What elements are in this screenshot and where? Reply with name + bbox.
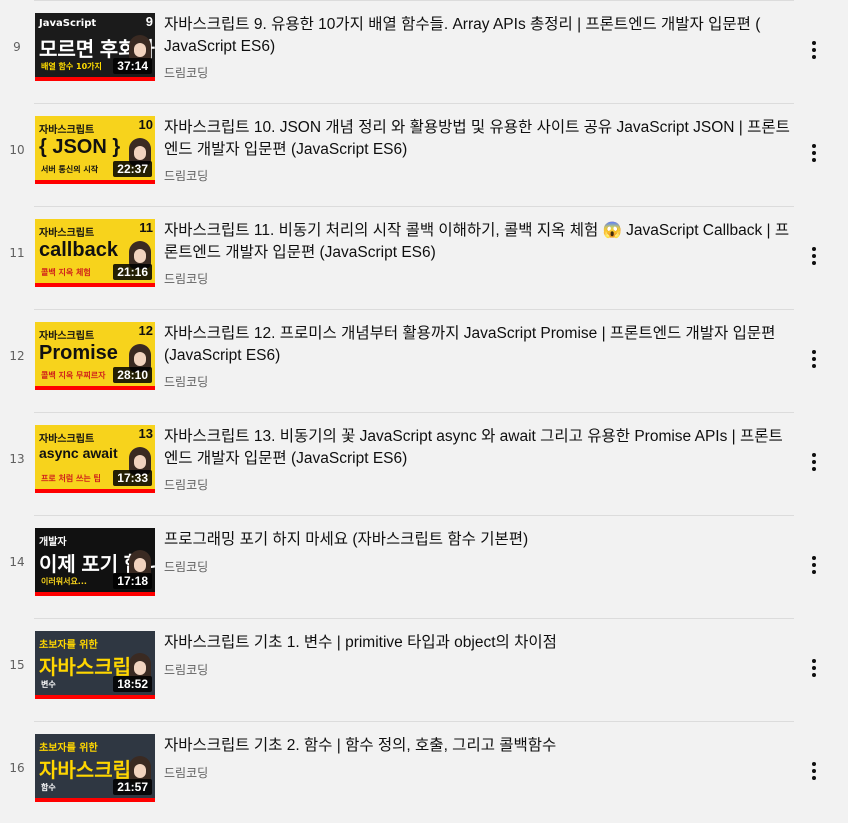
- more-actions-icon[interactable]: [803, 347, 825, 371]
- video-title[interactable]: 자바스크립트 13. 비동기의 꽃 JavaScript async 와 awa…: [164, 426, 794, 470]
- playlist-index: 13: [9, 452, 25, 466]
- thumbnail-episode-number: 9: [145, 14, 153, 29]
- thumbnail-caption-top: 자바스크립트: [39, 331, 95, 342]
- thumbnail-caption-top: 초보자를 위한: [39, 640, 98, 651]
- channel-name[interactable]: 드림코딩: [164, 373, 208, 390]
- thumbnail-caption-sub: 프로 처럼 쓰는 팁: [41, 474, 101, 483]
- more-actions-icon[interactable]: [803, 759, 825, 783]
- thumbnail-caption-sub: 서버 통신의 시작: [41, 165, 99, 174]
- more-actions-icon[interactable]: [803, 38, 825, 62]
- playlist-index: 15: [9, 658, 25, 672]
- row-divider: [34, 618, 794, 619]
- video-duration: 17:18: [113, 573, 152, 589]
- video-thumbnail[interactable]: 개발자이제 포기 합니다이러워서요...17:18: [35, 528, 155, 596]
- playlist-video-list: 9JavaScript모르면 후회하는배열 함수 10가지937:14자바스크립…: [0, 0, 848, 823]
- watch-progress-bar: [35, 592, 155, 596]
- thumbnail-episode-number: 11: [139, 220, 153, 235]
- thumbnail-episode-number: 10: [138, 117, 153, 132]
- watch-progress-bar: [35, 77, 155, 81]
- video-title[interactable]: 자바스크립트 10. JSON 개념 정리 와 활용방법 및 유용한 사이트 공…: [164, 117, 794, 161]
- watch-progress-bar: [35, 798, 155, 802]
- video-thumbnail[interactable]: 자바스크립트 callback 콜백 지옥 체험 11 21:16: [35, 219, 155, 287]
- watch-progress-bar: [35, 386, 155, 390]
- playlist-item[interactable]: 13 자바스크립트 async await 프로 처럼 쓰는 팁 13 17:33 자바스크…: [0, 412, 848, 515]
- playlist-item[interactable]: 12 자바스크립트 Promise 콜백 지옥 무찌르자 12 28:10 자바스크립트 1…: [0, 309, 848, 412]
- thumbnail-caption-top: JavaScript: [39, 18, 97, 29]
- playlist-index: 16: [9, 761, 25, 775]
- row-divider: [34, 515, 794, 516]
- playlist-index: 9: [13, 40, 21, 54]
- thumbnail-caption-main: async await: [39, 445, 118, 461]
- more-actions-icon[interactable]: [803, 656, 825, 680]
- watch-progress-bar: [35, 695, 155, 699]
- more-actions-icon[interactable]: [803, 244, 825, 268]
- thumbnail-caption-sub: 함수: [41, 783, 56, 792]
- playlist-item[interactable]: 15초보자를 위한자바스크립트 기본변수18:52자바스크립트 기초 1. 변수…: [0, 618, 848, 721]
- thumbnail-caption-sub: 변수: [41, 680, 56, 689]
- row-divider: [34, 309, 794, 310]
- playlist-index: 14: [9, 555, 25, 569]
- thumbnail-caption-sub: 이러워서요...: [41, 577, 87, 586]
- thumbnail-caption-top: 자바스크립트: [39, 125, 95, 136]
- thumbnail-caption-top: 개발자: [39, 537, 67, 548]
- video-title[interactable]: 자바스크립트 12. 프로미스 개념부터 활용까지 JavaScript Pro…: [164, 323, 794, 367]
- more-actions-icon[interactable]: [803, 553, 825, 577]
- video-thumbnail[interactable]: JavaScript모르면 후회하는배열 함수 10가지937:14: [35, 13, 155, 81]
- thumbnail-caption-main: Promise: [39, 342, 118, 364]
- thumbnail-caption-sub: 콜백 지옥 체험: [41, 268, 91, 277]
- video-title[interactable]: 자바스크립트 9. 유용한 10가지 배열 함수들. Array APIs 총정…: [164, 14, 794, 58]
- row-divider: [34, 721, 794, 722]
- video-duration: 17:33: [113, 470, 152, 486]
- thumbnail-episode-number: 13: [138, 426, 153, 441]
- video-title[interactable]: 프로그래밍 포기 하지 마세요 (자바스크립트 함수 기본편): [164, 529, 794, 551]
- video-thumbnail[interactable]: 자바스크립트 Promise 콜백 지옥 무찌르자 12 28:10: [35, 322, 155, 390]
- thumbnail-caption-main: callback: [39, 239, 118, 261]
- playlist-index: 11: [9, 246, 25, 260]
- playlist-index: 10: [9, 143, 25, 157]
- video-duration: 37:14: [113, 58, 152, 74]
- video-duration: 21:57: [113, 779, 152, 795]
- more-actions-icon[interactable]: [803, 141, 825, 165]
- watch-progress-bar: [35, 180, 155, 184]
- playlist-item[interactable]: 11 자바스크립트 callback 콜백 지옥 체험 11 21:16 자바스크립트 11…: [0, 206, 848, 309]
- row-divider: [34, 206, 794, 207]
- thumbnail-caption-top: 자바스크립트: [39, 434, 95, 445]
- video-thumbnail[interactable]: 자바스크립트{ JSON } 서버 통신의 시작 10 22:37: [35, 116, 155, 184]
- channel-name[interactable]: 드림코딩: [164, 270, 208, 287]
- playlist-item[interactable]: 16초보자를 위한자바스크립트 기본함수21:57자바스크립트 기초 2. 함수…: [0, 721, 848, 823]
- thumbnail-caption-main: { JSON }: [39, 136, 121, 158]
- video-thumbnail[interactable]: 초보자를 위한자바스크립트 기본변수18:52: [35, 631, 155, 699]
- playlist-item[interactable]: 10 자바스크립트{ JSON } 서버 통신의 시작 10 22:37 자바스크립트 1…: [0, 103, 848, 206]
- playlist-item[interactable]: 9JavaScript모르면 후회하는배열 함수 10가지937:14자바스크립…: [0, 0, 848, 103]
- video-thumbnail[interactable]: 자바스크립트 async await 프로 처럼 쓰는 팁 13 17:33: [35, 425, 155, 493]
- video-title[interactable]: 자바스크립트 기초 2. 함수 | 함수 정의, 호출, 그리고 콜백함수: [164, 735, 794, 757]
- video-duration: 18:52: [113, 676, 152, 692]
- playlist-item[interactable]: 14개발자이제 포기 합니다이러워서요...17:18프로그래밍 포기 하지 마…: [0, 515, 848, 618]
- channel-name[interactable]: 드림코딩: [164, 558, 208, 575]
- channel-name[interactable]: 드림코딩: [164, 64, 208, 81]
- thumbnail-caption-sub: 콜백 지옥 무찌르자: [41, 371, 106, 380]
- video-title[interactable]: 자바스크립트 11. 비동기 처리의 시작 콜백 이해하기, 콜백 지옥 체험 …: [164, 220, 794, 264]
- video-title[interactable]: 자바스크립트 기초 1. 변수 | primitive 타입과 object의 …: [164, 632, 794, 654]
- video-thumbnail[interactable]: 초보자를 위한자바스크립트 기본함수21:57: [35, 734, 155, 802]
- more-actions-icon[interactable]: [803, 450, 825, 474]
- channel-name[interactable]: 드림코딩: [164, 764, 208, 781]
- thumbnail-caption-sub: 배열 함수 10가지: [41, 62, 102, 71]
- video-duration: 28:10: [113, 367, 152, 383]
- thumbnail-caption-top: 자바스크립트: [39, 228, 95, 239]
- watch-progress-bar: [35, 283, 155, 287]
- video-duration: 21:16: [113, 264, 152, 280]
- watch-progress-bar: [35, 489, 155, 493]
- row-divider: [34, 412, 794, 413]
- row-divider: [34, 0, 794, 1]
- video-duration: 22:37: [113, 161, 152, 177]
- channel-name[interactable]: 드림코딩: [164, 476, 208, 493]
- thumbnail-episode-number: 12: [138, 323, 153, 338]
- channel-name[interactable]: 드림코딩: [164, 661, 208, 678]
- channel-name[interactable]: 드림코딩: [164, 167, 208, 184]
- playlist-index: 12: [9, 349, 25, 363]
- thumbnail-caption-top: 초보자를 위한: [39, 743, 98, 754]
- row-divider: [34, 103, 794, 104]
